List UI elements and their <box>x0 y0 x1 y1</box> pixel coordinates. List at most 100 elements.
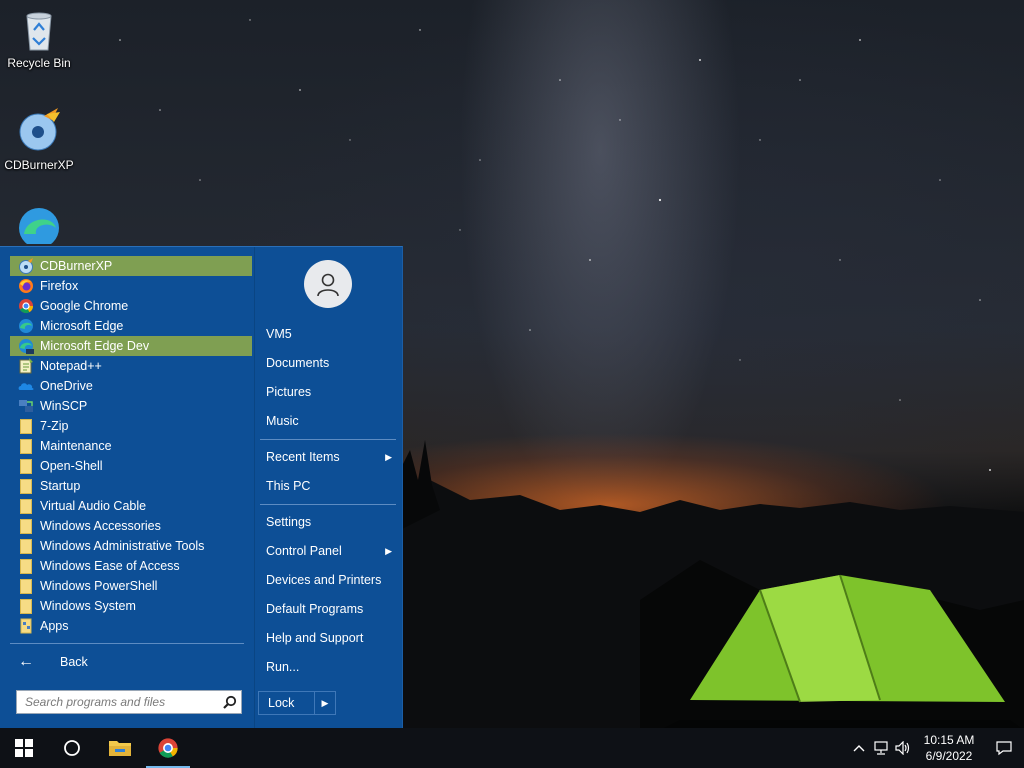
right-item-pictures[interactable]: Pictures <box>266 381 396 403</box>
notepadpp-icon <box>18 358 34 374</box>
right-item-label: Help and Support <box>266 631 364 645</box>
right-item-label: Settings <box>266 515 312 529</box>
program-label: Microsoft Edge <box>40 319 124 333</box>
right-item-label: Documents <box>266 356 330 370</box>
program-notepadpp[interactable]: Notepad++ <box>10 356 252 376</box>
program-folder-windows-system[interactable]: Windows System <box>10 596 252 616</box>
program-label: Open-Shell <box>40 459 103 473</box>
submenu-arrow-icon: ▶ <box>385 451 392 462</box>
right-item-label: Music <box>266 414 299 428</box>
program-list: CDBurnerXP Firefox Google Chrome Microso… <box>10 256 252 636</box>
user-avatar[interactable] <box>304 260 352 308</box>
search-input[interactable] <box>23 691 219 713</box>
program-folder-virtual-audio-cable[interactable]: Virtual Audio Cable <box>10 496 252 516</box>
folder-icon <box>18 458 34 474</box>
show-hidden-icons-chevron-icon[interactable] <box>848 728 870 768</box>
cdburnerxp-icon <box>19 108 60 151</box>
program-label: Virtual Audio Cable <box>40 499 147 513</box>
program-microsoft-edge-dev[interactable]: Microsoft Edge Dev <box>10 336 252 356</box>
windows-start-icon <box>15 739 33 757</box>
right-item-help-support[interactable]: Help and Support <box>266 627 396 649</box>
program-apps[interactable]: Apps <box>10 616 252 636</box>
volume-icon[interactable] <box>892 728 914 768</box>
search-circle-icon <box>64 740 80 756</box>
taskbar-file-explorer[interactable] <box>96 728 144 768</box>
system-tray: 10:15 AM 6/9/2022 <box>848 728 1024 768</box>
folder-icon <box>18 538 34 554</box>
desktop-icon-recycle-bin[interactable]: Recycle Bin <box>1 8 77 70</box>
notification-icon <box>996 741 1012 756</box>
search-box <box>16 690 242 714</box>
right-separator <box>260 439 396 440</box>
program-folder-startup[interactable]: Startup <box>10 476 252 496</box>
right-item-user[interactable]: VM5 <box>266 323 396 345</box>
program-folder-windows-accessories[interactable]: Windows Accessories <box>10 516 252 536</box>
submenu-arrow-icon: ▶ <box>385 545 392 556</box>
program-onedrive[interactable]: OneDrive <box>10 376 252 396</box>
clock-date: 6/9/2022 <box>925 749 973 763</box>
desktop-icon-label: Recycle Bin <box>7 56 71 70</box>
desktop-icon-cdburnerxp[interactable]: CDBurnerXP <box>1 106 77 172</box>
program-microsoft-edge[interactable]: Microsoft Edge <box>10 316 252 336</box>
firefox-icon <box>18 278 34 294</box>
program-cdburnerxp[interactable]: CDBurnerXP <box>10 256 252 276</box>
shutdown-options-arrow-icon[interactable]: ▶ <box>314 692 335 714</box>
cdburnerxp-icon <box>18 258 34 274</box>
taskbar-chrome[interactable] <box>144 728 192 768</box>
right-item-music[interactable]: Music <box>266 410 396 432</box>
chrome-icon <box>158 738 178 758</box>
right-item-label: Run... <box>266 660 300 674</box>
program-folder-windows-powershell[interactable]: Windows PowerShell <box>10 576 252 596</box>
right-item-recent-items[interactable]: Recent Items ▶ <box>266 446 396 468</box>
program-label: Microsoft Edge Dev <box>40 339 150 353</box>
right-item-documents[interactable]: Documents <box>266 352 396 374</box>
left-separator <box>10 643 244 644</box>
folder-icon <box>18 558 34 574</box>
start-button[interactable] <box>0 728 48 768</box>
desktop-icon-edge-dev[interactable] <box>1 204 77 248</box>
program-folder-7zip[interactable]: 7-Zip <box>10 416 252 436</box>
right-item-run[interactable]: Run... <box>266 656 396 678</box>
program-label: Windows PowerShell <box>40 579 158 593</box>
program-folder-windows-ease-of-access[interactable]: Windows Ease of Access <box>10 556 252 576</box>
folder-icon <box>18 598 34 614</box>
program-label: Windows Accessories <box>40 519 161 533</box>
right-item-devices-printers[interactable]: Devices and Printers <box>266 569 396 591</box>
program-folder-windows-administrative-tools[interactable]: Windows Administrative Tools <box>10 536 252 556</box>
folder-icon <box>18 498 34 514</box>
program-label: Maintenance <box>40 439 112 453</box>
lock-label: Lock <box>268 696 295 710</box>
folder-icon <box>18 438 34 454</box>
right-item-control-panel[interactable]: Control Panel ▶ <box>266 540 396 562</box>
right-item-settings[interactable]: Settings <box>266 511 396 533</box>
right-item-label: This PC <box>266 479 311 493</box>
taskbar-clock[interactable]: 10:15 AM 6/9/2022 <box>918 732 980 764</box>
back-arrow-icon: ← <box>18 653 34 670</box>
folder-icon <box>18 578 34 594</box>
program-label: Apps <box>40 619 69 633</box>
search-icon[interactable] <box>219 695 241 709</box>
right-item-label: VM5 <box>266 327 292 341</box>
program-folder-open-shell[interactable]: Open-Shell <box>10 456 252 476</box>
program-firefox[interactable]: Firefox <box>10 276 252 296</box>
action-center-button[interactable] <box>984 728 1024 768</box>
right-item-default-programs[interactable]: Default Programs <box>266 598 396 620</box>
edge-dev-icon <box>19 208 59 244</box>
right-item-this-pc[interactable]: This PC <box>266 475 396 497</box>
right-item-label: Devices and Printers <box>266 573 382 587</box>
program-label: 7-Zip <box>40 419 69 433</box>
right-item-label: Pictures <box>266 385 312 399</box>
network-icon[interactable] <box>870 728 892 768</box>
program-google-chrome[interactable]: Google Chrome <box>10 296 252 316</box>
taskbar-search-button[interactable] <box>48 728 96 768</box>
program-winscp[interactable]: WinSCP <box>10 396 252 416</box>
edge-icon <box>18 318 34 334</box>
lock-button[interactable]: Lock ▶ <box>258 691 336 715</box>
back-button[interactable]: ← Back <box>18 651 88 673</box>
program-folder-maintenance[interactable]: Maintenance <box>10 436 252 456</box>
program-label: Windows System <box>40 599 136 613</box>
taskbar: 10:15 AM 6/9/2022 <box>0 728 1024 768</box>
program-label: Windows Ease of Access <box>40 559 180 573</box>
column-divider <box>254 247 255 729</box>
folder-icon <box>18 518 34 534</box>
